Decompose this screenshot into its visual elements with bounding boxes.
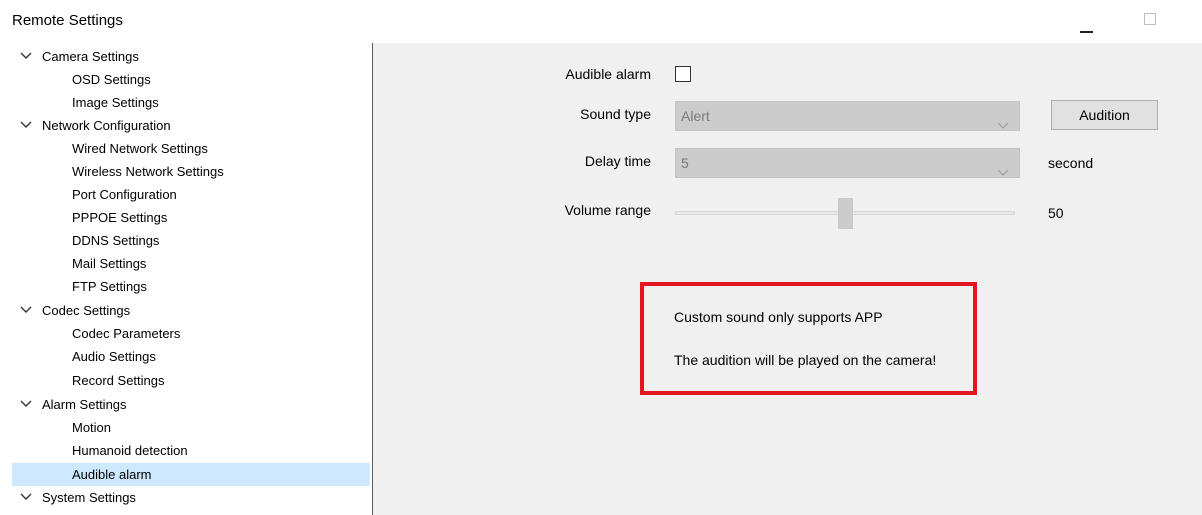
tree-node-label: Alarm Settings xyxy=(42,397,127,412)
chevron-down-icon[interactable] xyxy=(19,49,33,63)
notice-line-audition: The audition will be played on the camer… xyxy=(674,352,937,368)
tree-item-pppoe-settings[interactable]: PPPOE Settings xyxy=(12,206,370,229)
delay-time-value: 5 xyxy=(681,155,689,171)
tree-node-alarm-settings[interactable]: Alarm Settings xyxy=(12,393,370,416)
volume-slider-thumb[interactable] xyxy=(838,198,853,229)
sound-type-label: Sound type xyxy=(580,106,651,122)
chevron-down-icon[interactable] xyxy=(19,397,33,411)
tree-node-label: System Settings xyxy=(42,490,136,505)
tree-node-network-configuration[interactable]: Network Configuration xyxy=(12,114,370,137)
chevron-down-icon[interactable] xyxy=(19,303,33,317)
settings-tree: Camera Settings OSD Settings Image Setti… xyxy=(10,43,373,515)
maximize-icon[interactable] xyxy=(1143,12,1157,26)
audible-alarm-label: Audible alarm xyxy=(565,66,651,82)
tree-node-label: Camera Settings xyxy=(42,49,139,64)
audition-button[interactable]: Audition xyxy=(1051,100,1158,130)
chevron-down-icon xyxy=(997,158,1009,186)
tree-node-label: Network Configuration xyxy=(42,118,171,133)
sound-type-select[interactable]: Alert xyxy=(675,101,1020,131)
tree-node-label: Codec Settings xyxy=(42,303,131,318)
chevron-down-icon[interactable] xyxy=(19,490,33,504)
tree-item-wired-network-settings[interactable]: Wired Network Settings xyxy=(12,137,370,160)
tree-item-wireless-network-settings[interactable]: Wireless Network Settings xyxy=(12,160,370,183)
notice-box: Custom sound only supports APP The audit… xyxy=(640,282,977,395)
chevron-down-icon[interactable] xyxy=(19,118,33,132)
title-bar: Remote Settings xyxy=(0,0,1202,40)
delay-time-label: Delay time xyxy=(584,153,651,169)
tree-item-humanoid-detection[interactable]: Humanoid detection xyxy=(12,439,370,462)
tree-item-ddns-settings[interactable]: DDNS Settings xyxy=(12,229,370,252)
delay-time-select[interactable]: 5 xyxy=(675,148,1020,178)
notice-line-custom-sound: Custom sound only supports APP xyxy=(674,309,883,325)
tree-item-image-settings[interactable]: Image Settings xyxy=(12,91,370,114)
tree-item-audible-alarm[interactable]: Audible alarm xyxy=(12,463,370,486)
volume-range-label: Volume range xyxy=(564,202,651,218)
tree-item-ftp-settings[interactable]: FTP Settings xyxy=(12,275,370,298)
chevron-down-icon xyxy=(997,111,1009,139)
tree-item-port-configuration[interactable]: Port Configuration xyxy=(12,183,370,206)
settings-panel: Audible alarm Sound type Alert Audition … xyxy=(373,43,1202,515)
minimize-icon[interactable] xyxy=(1077,15,1097,35)
sound-type-value: Alert xyxy=(681,108,710,124)
tree-item-osd-settings[interactable]: OSD Settings xyxy=(12,68,370,91)
tree-node-system-settings[interactable]: System Settings xyxy=(12,486,370,509)
tree-item-mail-settings[interactable]: Mail Settings xyxy=(12,252,370,275)
tree-node-camera-settings[interactable]: Camera Settings xyxy=(12,45,370,68)
audible-alarm-checkbox[interactable] xyxy=(675,66,691,82)
volume-value: 50 xyxy=(1048,205,1064,221)
tree-item-record-settings[interactable]: Record Settings xyxy=(12,369,370,392)
tree-node-codec-settings[interactable]: Codec Settings xyxy=(12,299,370,322)
delay-unit-label: second xyxy=(1048,155,1094,171)
tree-item-codec-parameters[interactable]: Codec Parameters xyxy=(12,322,370,345)
tree-item-audio-settings[interactable]: Audio Settings xyxy=(12,345,370,368)
tree-item-motion[interactable]: Motion xyxy=(12,416,370,439)
window-title: Remote Settings xyxy=(12,12,123,29)
